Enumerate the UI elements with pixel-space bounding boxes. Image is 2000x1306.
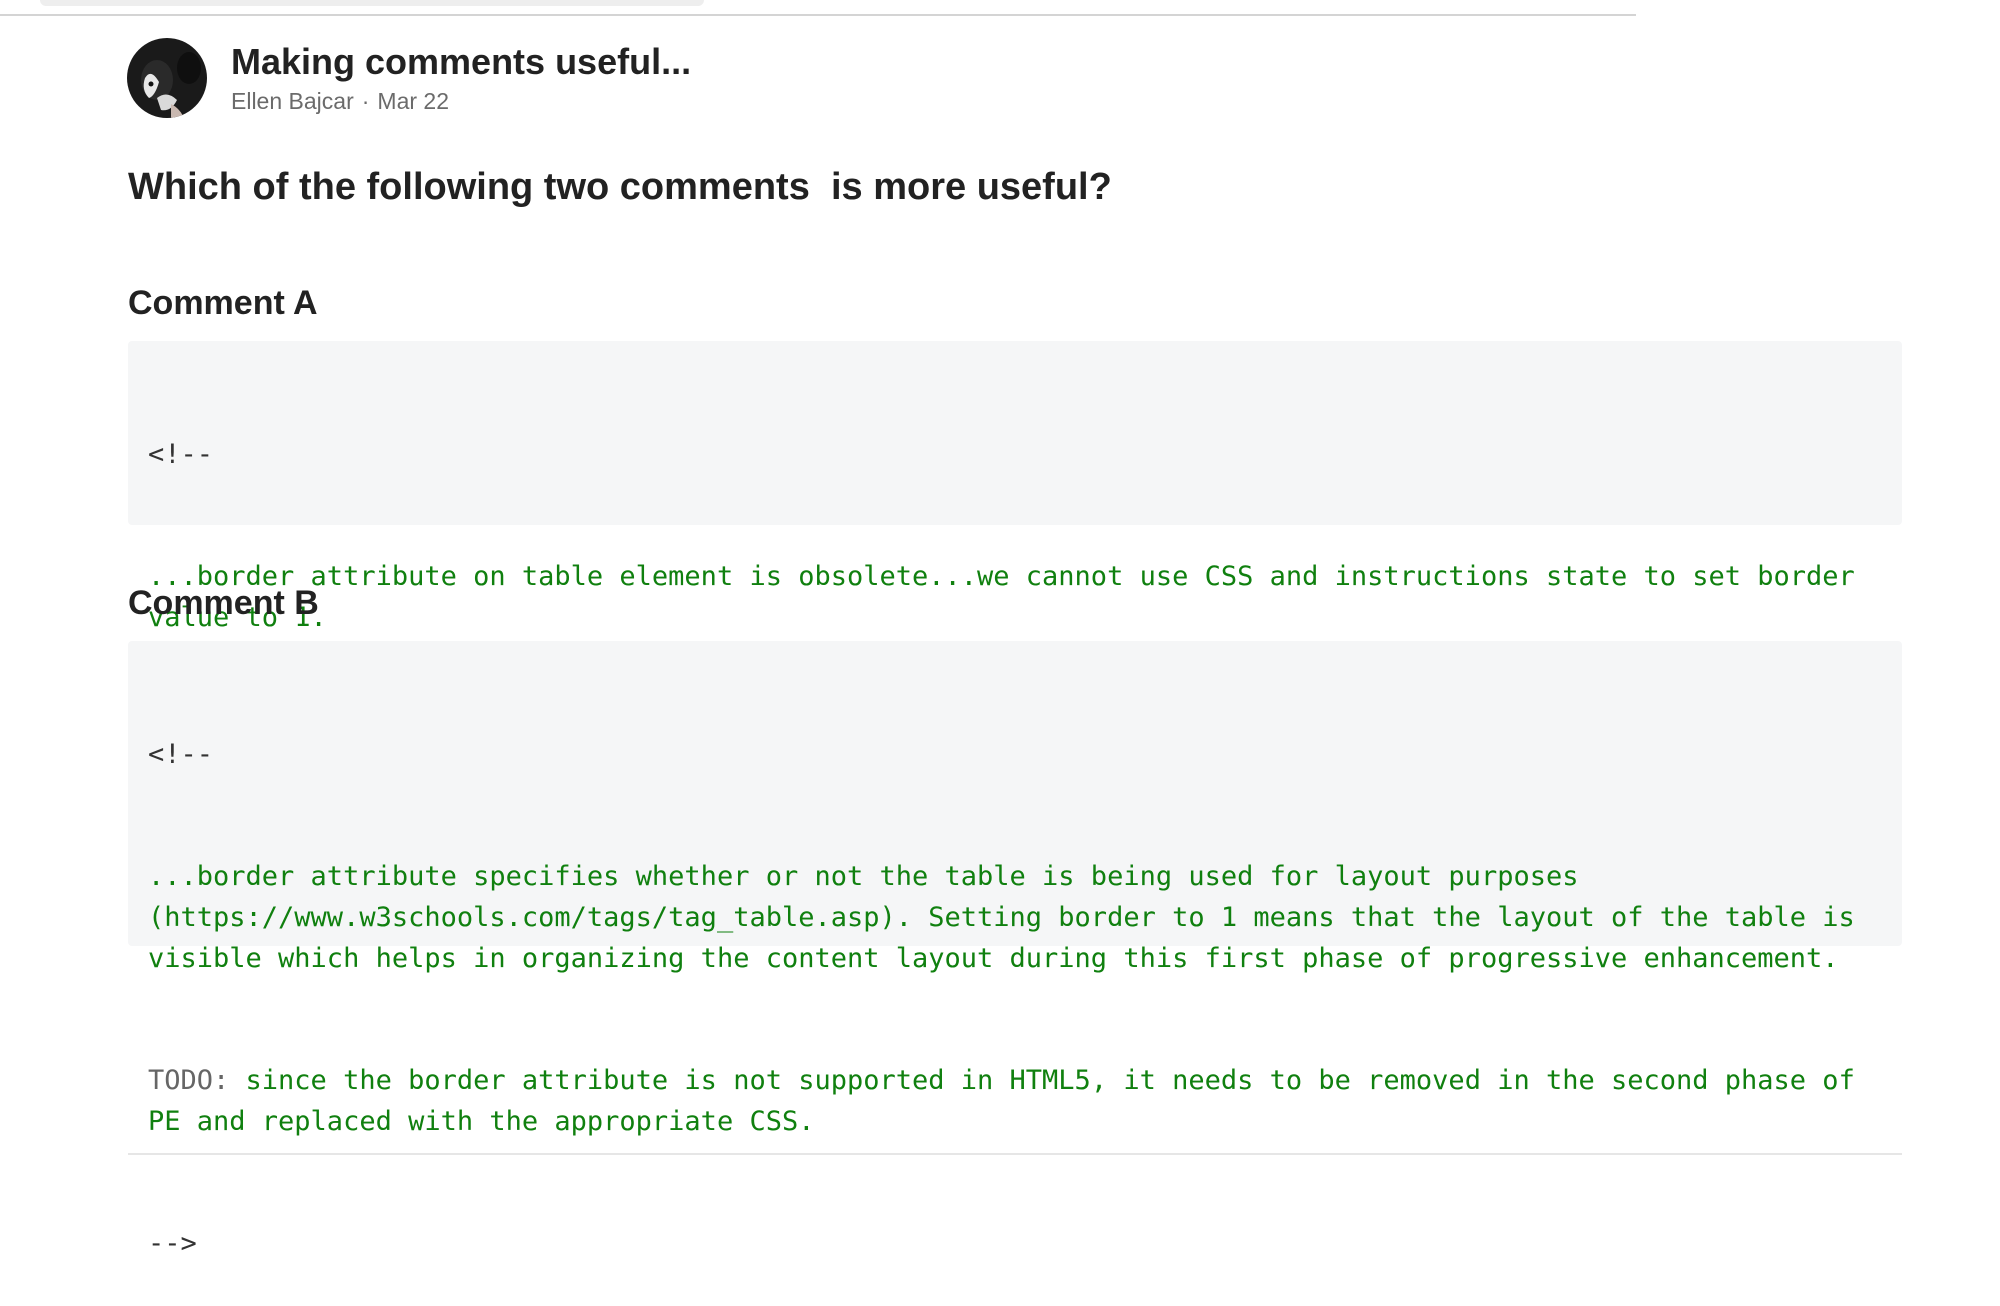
comment-b-code-block: <!-- ...border attribute specifies wheth…	[128, 641, 1902, 1259]
comment-b-body-2: TODO: since the border attribute is not …	[148, 1061, 1882, 1143]
comment-a-code-block: <!-- ...border attribute on table elemen…	[128, 341, 1902, 755]
post-title[interactable]: Making comments useful...	[231, 40, 691, 84]
comment-a-body: ...border attribute on table element is …	[148, 560, 1872, 633]
bottom-divider	[128, 1153, 1902, 1155]
comment-close-tag: -->	[148, 1228, 197, 1260]
cat-avatar-icon	[127, 38, 207, 118]
post-meta: Ellen Bajcar · Mar 22	[231, 86, 691, 116]
comment-b-body-1: ...border attribute specifies whether or…	[148, 860, 1872, 974]
comment-b-todo-text: since the border attribute is not suppor…	[148, 1064, 1872, 1137]
comment-open-tag: <!--	[148, 438, 214, 470]
todo-label: TODO:	[148, 1064, 230, 1096]
comment-open-tag: <!--	[148, 738, 214, 770]
post-date[interactable]: Mar 22	[377, 88, 449, 114]
browser-tab-edge	[40, 0, 704, 6]
post-question: Which of the following two comments is m…	[128, 166, 1112, 208]
meta-separator: ·	[361, 88, 370, 114]
author-name[interactable]: Ellen Bajcar	[231, 88, 354, 114]
avatar[interactable]	[127, 38, 207, 118]
comment-a-heading: Comment A	[128, 284, 318, 322]
top-divider	[0, 14, 1636, 16]
comment-b-heading: Comment B	[128, 584, 319, 622]
post-header-text: Making comments useful... Ellen Bajcar · M…	[231, 40, 691, 116]
post-header: Making comments useful... Ellen Bajcar · M…	[127, 38, 691, 118]
